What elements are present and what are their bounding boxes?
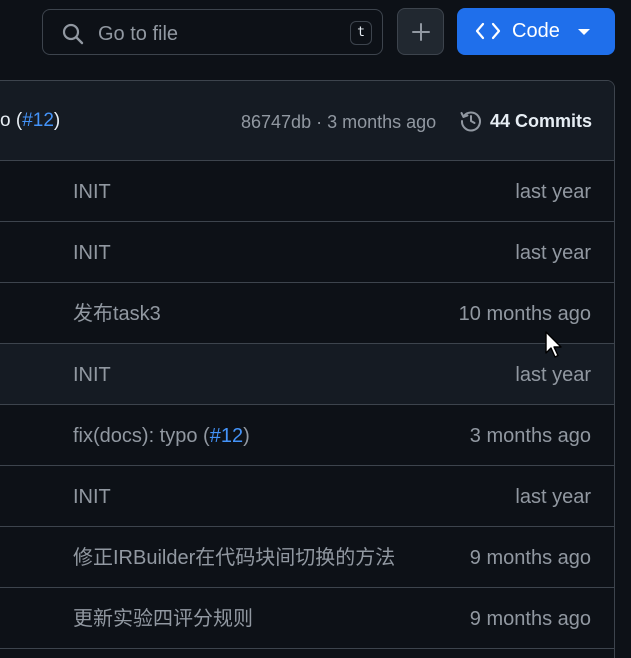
row-commit-message[interactable]: INIT bbox=[73, 485, 111, 509]
code-dropdown-button[interactable]: Code bbox=[457, 8, 615, 55]
repo-file-browser: Go to file t Code o (#12) 86747db · 3 mo… bbox=[0, 0, 631, 658]
search-placeholder: Go to file bbox=[98, 23, 179, 45]
row-commit-message[interactable]: 发布task3 bbox=[73, 302, 161, 326]
file-row[interactable]: fix(docs): typo (#12) 3 months ago bbox=[0, 405, 614, 466]
code-icon bbox=[475, 22, 501, 40]
file-row[interactable]: 修正IRBuilder在代码块间切换的方法 9 months ago bbox=[0, 527, 614, 588]
latest-commit-header: o (#12) 86747db · 3 months ago 44 Commit… bbox=[0, 81, 614, 161]
row-commit-message[interactable]: INIT bbox=[73, 180, 111, 204]
row-commit-date: last year bbox=[515, 181, 591, 203]
commits-count-label: 44 Commits bbox=[490, 111, 593, 131]
history-icon bbox=[460, 111, 481, 132]
row-commit-date: last year bbox=[515, 242, 591, 264]
row-commit-date: 9 months ago bbox=[469, 608, 591, 630]
row-commit-date: last year bbox=[515, 364, 591, 386]
row-commit-date: 9 months ago bbox=[469, 547, 591, 569]
plus-icon bbox=[412, 23, 430, 41]
row-commit-message-close: ) bbox=[243, 425, 250, 447]
file-row[interactable]: INIT last year bbox=[0, 222, 614, 283]
row-commit-pr-link[interactable]: #12 bbox=[210, 425, 243, 447]
caret-down-icon bbox=[578, 29, 590, 35]
mouse-cursor-icon bbox=[545, 331, 562, 358]
latest-commit-meta[interactable]: 86747db · 3 months ago bbox=[241, 111, 436, 133]
row-commit-message-text: fix(docs): typo ( bbox=[73, 425, 210, 447]
row-commit-message[interactable]: 修正IRBuilder在代码块间切换的方法 bbox=[73, 546, 395, 570]
row-commit-date: last year bbox=[515, 486, 591, 508]
code-button-label: Code bbox=[512, 20, 560, 42]
file-row[interactable]: INIT last year bbox=[0, 161, 614, 222]
add-file-button[interactable] bbox=[397, 8, 444, 55]
search-icon bbox=[62, 23, 84, 45]
row-commit-date: 10 months ago bbox=[458, 303, 591, 325]
latest-commit-message-close: ) bbox=[53, 110, 61, 131]
latest-commit-message[interactable]: o (#12) bbox=[0, 110, 60, 132]
file-row[interactable]: INIT last year bbox=[0, 466, 614, 527]
go-to-file-search[interactable]: Go to file t bbox=[42, 9, 383, 55]
row-commit-message[interactable]: fix(docs): typo (#12) bbox=[73, 424, 250, 448]
row-commit-message[interactable]: INIT bbox=[73, 363, 111, 387]
latest-commit-message-text: o ( bbox=[0, 110, 23, 131]
row-commit-message[interactable]: INIT bbox=[73, 241, 111, 265]
file-row[interactable]: INIT last year bbox=[0, 344, 614, 405]
file-row[interactable]: 发布task3 10 months ago bbox=[0, 283, 614, 344]
latest-commit-pr-link[interactable]: #12 bbox=[22, 110, 54, 131]
row-commit-message[interactable]: 更新实验四评分规则 bbox=[73, 607, 253, 631]
row-commit-date: 3 months ago bbox=[469, 425, 591, 447]
file-list-table: o (#12) 86747db · 3 months ago 44 Commit… bbox=[0, 80, 615, 658]
shortcut-key-badge: t bbox=[350, 21, 372, 45]
file-row[interactable]: 更新实验四评分规则 9 months ago bbox=[0, 588, 614, 649]
